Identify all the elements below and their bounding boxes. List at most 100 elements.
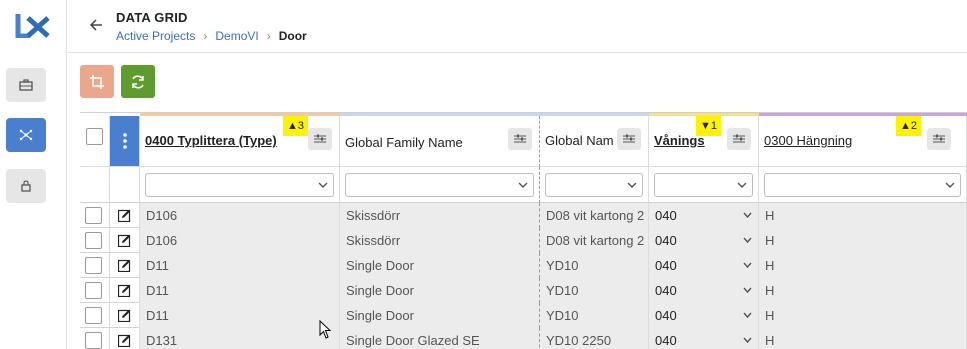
edit-icon[interactable] — [118, 234, 131, 247]
cell-value: D131 — [146, 333, 178, 348]
column-filter-button[interactable] — [617, 128, 641, 150]
cell-value: 040 — [655, 283, 677, 298]
column-label[interactable]: Global Nam — [545, 133, 617, 148]
row-checkbox[interactable] — [85, 207, 102, 224]
filter-spacer — [80, 167, 110, 203]
app-logo[interactable] — [14, 12, 52, 38]
column-label[interactable]: 0400 Typlittera (Type) — [145, 133, 277, 148]
table-cell[interactable]: 040 — [649, 328, 759, 349]
edit-icon[interactable] — [118, 209, 131, 222]
table-row[interactable]: D131 Single Door Glazed SE YD10 2250 040 H — [80, 328, 967, 349]
rail-briefcase-button[interactable] — [6, 68, 46, 102]
column-header-typlittera[interactable]: 0400 Typlittera (Type) ▲3 — [140, 116, 340, 167]
cell-value: YD10 2250 — [546, 333, 612, 348]
mouse-cursor-icon — [319, 320, 332, 339]
chevron-right-icon: › — [203, 29, 208, 43]
edit-icon[interactable] — [118, 309, 131, 322]
cell-value: 040 — [655, 308, 677, 323]
select-all-checkbox[interactable] — [86, 128, 103, 145]
row-checkbox[interactable] — [85, 307, 102, 324]
column-filter-select[interactable] — [545, 173, 643, 197]
sliders-icon — [314, 134, 326, 143]
table-cell[interactable]: 040 — [649, 228, 759, 253]
rail-lock-button[interactable] — [6, 169, 46, 203]
row-select-cell — [80, 253, 110, 278]
column-filter-button[interactable] — [727, 128, 751, 150]
cell-value: Skissdörr — [346, 208, 401, 223]
table-row[interactable]: D11 Single Door YD10 040 H — [80, 253, 967, 278]
table-row[interactable]: D11 Single Door YD10 040 H — [80, 278, 967, 303]
column-header-global-family-name[interactable]: Global Family Name — [340, 116, 540, 167]
row-edit-cell — [110, 328, 140, 349]
cell-value: Single Door — [346, 258, 414, 273]
table-row[interactable]: D11 Single Door YD10 040 H — [80, 303, 967, 328]
cell-value: D106 — [146, 233, 178, 248]
column-header-vanings[interactable]: Vånings ▼1 — [649, 116, 759, 167]
column-filter-button[interactable] — [508, 128, 532, 150]
column-label[interactable]: 0300 Hängning — [764, 133, 852, 148]
table-cell: YD10 — [540, 253, 649, 278]
column-label[interactable]: Global Family Name — [345, 135, 463, 150]
back-arrow-icon[interactable] — [88, 17, 104, 33]
filter-cell — [340, 167, 540, 203]
chevron-down-icon — [743, 337, 752, 344]
table-cell: D11 — [140, 303, 340, 328]
table-cell[interactable]: 040 — [649, 303, 759, 328]
row-menu-header[interactable] — [110, 116, 140, 167]
edit-icon[interactable] — [118, 334, 131, 347]
cell-value: Single Door — [346, 283, 414, 298]
page-title: DATA GRID — [116, 10, 188, 25]
column-filter-button[interactable] — [927, 128, 951, 150]
table-cell[interactable]: 040 — [649, 203, 759, 228]
table-row[interactable]: D106 Skissdörr D08 vit kartong 2 040 H — [80, 228, 967, 253]
table-cell: D106 — [140, 203, 340, 228]
cell-value: 040 — [655, 233, 677, 248]
sort-indicator: ▼1 — [696, 116, 722, 136]
row-checkbox[interactable] — [85, 282, 102, 299]
table-cell: H — [759, 328, 967, 349]
table-cell: Single Door — [340, 278, 540, 303]
rail-network-button[interactable] — [6, 118, 46, 152]
table-cell: D11 — [140, 253, 340, 278]
filter-cell — [759, 167, 967, 203]
chevron-down-icon — [737, 182, 747, 188]
filter-cell — [140, 167, 340, 203]
column-filter-select[interactable] — [764, 173, 961, 197]
column-filter-select[interactable] — [345, 173, 534, 197]
row-checkbox[interactable] — [85, 232, 102, 249]
column-header-global-name[interactable]: Global Nam — [540, 116, 649, 167]
chevron-down-icon — [743, 212, 752, 219]
table-cell: Single Door — [340, 303, 540, 328]
table-cell: D131 — [140, 328, 340, 349]
cell-value: YD10 — [546, 308, 579, 323]
table-cell: H — [759, 303, 967, 328]
breadcrumb-demovi[interactable]: DemoVI — [215, 29, 258, 43]
cell-value: Skissdörr — [346, 233, 401, 248]
table-cell[interactable]: 040 — [649, 278, 759, 303]
table-cell: Skissdörr — [340, 228, 540, 253]
crop-button[interactable] — [80, 65, 114, 98]
edit-icon[interactable] — [118, 284, 131, 297]
table-cell: H — [759, 228, 967, 253]
column-filter-select[interactable] — [654, 173, 753, 197]
table-cell: YD10 — [540, 303, 649, 328]
cell-value: D106 — [146, 208, 178, 223]
column-filter-select[interactable] — [145, 173, 334, 197]
cell-value: H — [765, 308, 775, 323]
table-cell[interactable]: 040 — [649, 253, 759, 278]
column-filter-button[interactable] — [308, 128, 332, 150]
edit-icon[interactable] — [118, 259, 131, 272]
cell-value: 040 — [655, 208, 677, 223]
row-select-cell — [80, 278, 110, 303]
breadcrumb-active-projects[interactable]: Active Projects — [116, 29, 195, 43]
refresh-button[interactable] — [121, 65, 155, 98]
chevron-down-icon — [627, 182, 637, 188]
row-edit-cell — [110, 228, 140, 253]
row-checkbox[interactable] — [85, 332, 102, 349]
column-header-hangning[interactable]: 0300 Hängning ▲2 — [759, 116, 967, 167]
lock-icon — [21, 180, 31, 192]
chevron-down-icon — [743, 287, 752, 294]
row-checkbox[interactable] — [85, 257, 102, 274]
table-row[interactable]: D106 Skissdörr D08 vit kartong 2 040 H — [80, 203, 967, 228]
cell-value: H — [765, 333, 775, 348]
